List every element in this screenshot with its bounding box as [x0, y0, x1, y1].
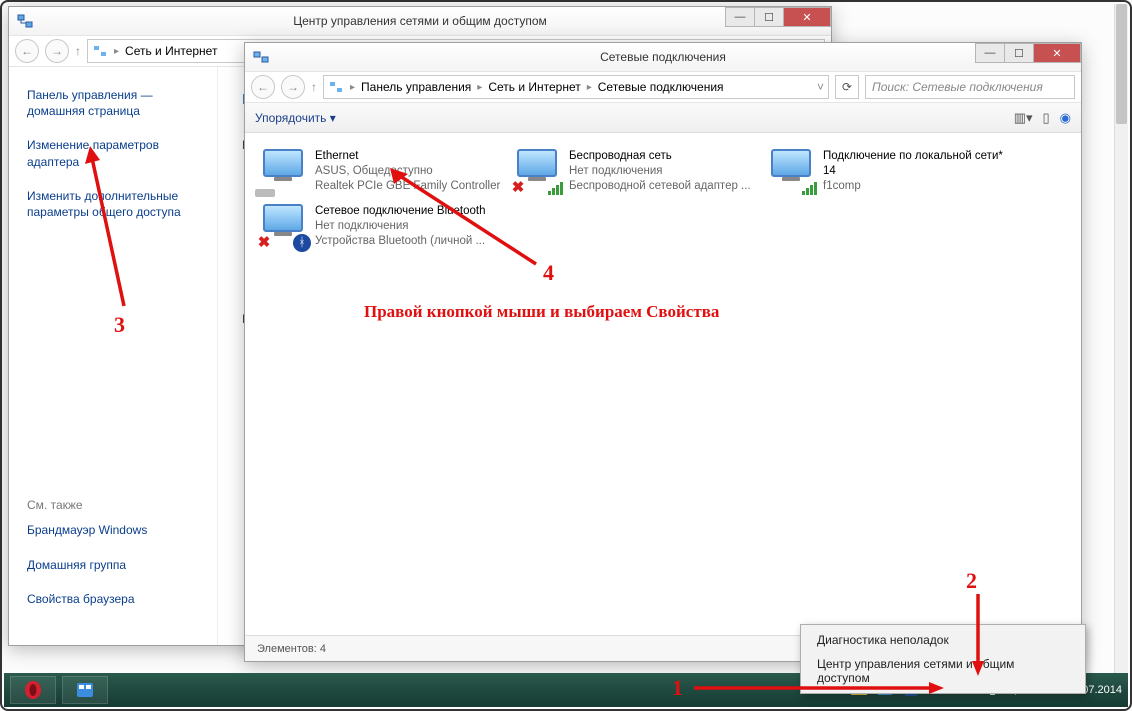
- win1-close-button[interactable]: ✕: [783, 7, 831, 27]
- tray-context-menu: Диагностика неполадок Центр управления с…: [800, 624, 1086, 694]
- organize-menu[interactable]: Упорядочить ▾: [255, 111, 336, 125]
- win2-close-button[interactable]: ✕: [1033, 43, 1081, 63]
- connection-item[interactable]: ✖ᚼ Сетевое подключение BluetoothНет подкл…: [255, 200, 505, 253]
- preview-pane-button[interactable]: ▯: [1043, 110, 1050, 126]
- win1-title: Центр управления сетями и общим доступом: [293, 14, 547, 28]
- link-homegroup[interactable]: Домашняя группа: [27, 557, 207, 573]
- connection-device: Устройства Bluetooth (личной ...: [315, 234, 486, 249]
- win2-title: Сетевые подключения: [600, 50, 726, 64]
- connections-icon-small: [328, 79, 344, 95]
- crumb-network-internet[interactable]: Сеть и Интернет: [125, 44, 217, 58]
- win1-forward-button[interactable]: →: [45, 39, 69, 63]
- connection-status: ASUS, Общедоступно: [315, 164, 500, 179]
- help-button[interactable]: ◉: [1060, 110, 1071, 126]
- win2-forward-button[interactable]: →: [281, 75, 305, 99]
- connection-item[interactable]: Подключение по локальной сети* 14f1comp: [763, 145, 1013, 198]
- link-advanced-sharing-settings[interactable]: Изменить дополнительные параметры общего…: [27, 188, 199, 220]
- link-windows-firewall[interactable]: Брандмауэр Windows: [27, 522, 207, 538]
- connection-device: Realtek PCIe GBE Family Controller: [315, 179, 500, 194]
- win2-command-bar: Упорядочить ▾ ▥▾ ▯ ◉: [245, 103, 1081, 133]
- connection-name: Беспроводная сеть: [569, 149, 751, 164]
- win1-sidebar: Панель управления — домашняя страница Из…: [9, 67, 217, 645]
- network-icon: [92, 43, 108, 59]
- refresh-button[interactable]: ⟳: [835, 75, 859, 99]
- item-count: Элементов: 4: [257, 643, 326, 655]
- win2-titlebar[interactable]: Сетевые подключения — ☐ ✕: [245, 43, 1081, 71]
- link-browser-properties[interactable]: Свойства браузера: [27, 591, 207, 607]
- connection-name: Сетевое подключение Bluetooth: [315, 204, 486, 219]
- connections-list: EthernetASUS, ОбщедоступноRealtek PCIe G…: [245, 133, 1081, 635]
- connection-item[interactable]: EthernetASUS, ОбщедоступноRealtek PCIe G…: [255, 145, 505, 198]
- link-change-adapter-settings[interactable]: Изменение параметров адаптера: [27, 137, 199, 169]
- connection-name: Подключение по локальной сети* 14: [823, 149, 1009, 179]
- connection-status: Нет подключения: [569, 164, 751, 179]
- crumb-network-internet[interactable]: Сеть и Интернет: [488, 80, 580, 94]
- network-center-icon: [17, 13, 33, 29]
- win1-maximize-button[interactable]: ☐: [754, 7, 784, 27]
- connection-device: Беспроводной сетевой адаптер ...: [569, 179, 751, 194]
- taskbar-opera-button[interactable]: [10, 676, 56, 704]
- see-also-header: См. также: [27, 498, 207, 512]
- taskbar-app-button[interactable]: [62, 676, 108, 704]
- win2-search-input[interactable]: Поиск: Сетевые подключения: [865, 75, 1075, 99]
- menu-diagnose[interactable]: Диагностика неполадок: [803, 628, 1083, 652]
- win1-up-button[interactable]: ↑: [75, 44, 81, 58]
- connection-status: f1comp: [823, 179, 1009, 194]
- connection-name: Ethernet: [315, 149, 500, 164]
- adapter-icon: ✖: [513, 149, 561, 193]
- connections-icon: [253, 49, 269, 65]
- page-scrollbar[interactable]: [1114, 4, 1128, 673]
- win1-back-button[interactable]: ←: [15, 39, 39, 63]
- win2-minimize-button[interactable]: —: [975, 43, 1005, 63]
- crumb-network-connections[interactable]: Сетевые подключения: [598, 80, 724, 94]
- adapter-icon: ✖ᚼ: [259, 204, 307, 248]
- search-placeholder: Поиск: Сетевые подключения: [872, 80, 1043, 94]
- connection-status: Нет подключения: [315, 219, 486, 234]
- win1-titlebar[interactable]: Центр управления сетями и общим доступом…: [9, 7, 831, 35]
- dropdown-icon[interactable]: ˅: [817, 80, 824, 94]
- win2-maximize-button[interactable]: ☐: [1004, 43, 1034, 63]
- adapter-icon: [259, 149, 307, 193]
- win2-address-bar: ← → ↑ ▸ Панель управления ▸ Сеть и Интер…: [245, 71, 1081, 103]
- view-options-button[interactable]: ▥▾: [1014, 110, 1033, 126]
- window-network-connections: Сетевые подключения — ☐ ✕ ← → ↑ ▸ Панель…: [244, 42, 1082, 662]
- crumb-control-panel[interactable]: Панель управления: [361, 80, 471, 94]
- win2-breadcrumb[interactable]: ▸ Панель управления ▸ Сеть и Интернет ▸ …: [323, 75, 829, 99]
- menu-network-center[interactable]: Центр управления сетями и общим доступом: [803, 652, 1083, 690]
- connection-item[interactable]: ✖ Беспроводная сетьНет подключенияБеспров…: [509, 145, 759, 198]
- win2-up-button[interactable]: ↑: [311, 80, 317, 94]
- win1-minimize-button[interactable]: —: [725, 7, 755, 27]
- win2-back-button[interactable]: ←: [251, 75, 275, 99]
- adapter-icon: [767, 149, 815, 193]
- see-also-section: См. также Брандмауэр Windows Домашняя гр…: [27, 498, 207, 625]
- link-control-panel-home[interactable]: Панель управления — домашняя страница: [27, 87, 199, 119]
